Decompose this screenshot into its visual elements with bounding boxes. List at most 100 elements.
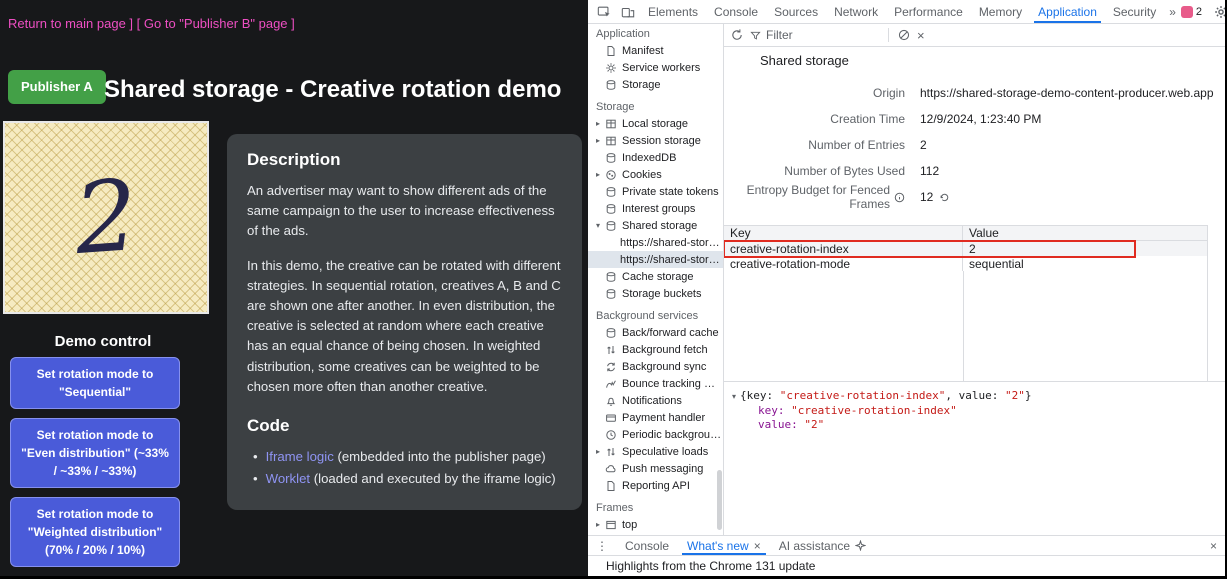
database-icon [605,288,617,300]
sidebar-item-speculative-loads[interactable]: ▸ Speculative loads [588,443,723,460]
database-icon [605,79,617,91]
info-icon[interactable] [894,192,905,203]
drawer-tab-whats-new[interactable]: What's new × [678,536,770,555]
set-weighted-distribution-button[interactable]: Set rotation mode to "Weighted distribut… [10,497,180,567]
list-item: Iframe logic (embedded into the publishe… [253,447,562,467]
top-nav: Return to main page ] [ Go to "Publisher… [8,16,295,31]
device-toolbar-icon[interactable] [616,0,640,23]
close-drawer-icon[interactable]: × [1210,539,1217,553]
twisty-collapsed-icon: ▸ [596,170,605,179]
sidebar-item-interest-groups[interactable]: Interest groups [588,200,723,217]
sidebar-item-bounce-tracking[interactable]: Bounce tracking miti… [588,375,723,392]
drawer-tab-console[interactable]: Console [616,536,678,555]
description-heading: Description [247,150,562,170]
sidebar-item-cache-storage[interactable]: Cache storage [588,268,723,285]
file-icon [605,45,617,57]
drawer-menu-icon[interactable]: ⋮ [588,536,616,555]
tab-security[interactable]: Security [1105,0,1164,23]
sidebar-item-back-forward-cache[interactable]: Back/forward cache [588,324,723,341]
updown-arrows-icon [605,446,617,458]
meta-row-number-of-entries: Number of Entries 2 [724,137,927,153]
devtools-tabbar: Elements Console Sources Network Perform… [588,0,1225,24]
sidebar-item-notifications[interactable]: Notifications [588,392,723,409]
sidebar-item-manifest[interactable]: Manifest [588,42,723,59]
set-even-distribution-button[interactable]: Set rotation mode to "Even distribution"… [10,418,180,488]
sidebar-item-service-workers[interactable]: Service workers [588,59,723,76]
meta-row-creation-time: Creation Time 12/9/2024, 1:23:40 PM [724,111,1041,127]
return-main-page-link[interactable]: Return to main page ] [8,16,133,31]
inspect-element-icon[interactable] [592,0,616,23]
table-scrollbar-gutter [1207,225,1208,382]
sidebar-item-local-storage[interactable]: ▸ Local storage [588,115,723,132]
frame-icon [605,519,617,531]
sidebar-item-background-fetch[interactable]: Background fetch [588,341,723,358]
more-tabs-chevron-icon[interactable]: » [1164,0,1181,23]
sidebar-item-indexeddb[interactable]: IndexedDB [588,149,723,166]
sidebar-item-cookies[interactable]: ▸ Cookies [588,166,723,183]
sidebar-item-payment-handler[interactable]: Payment handler [588,409,723,426]
tab-application[interactable]: Application [1030,0,1105,23]
twisty-expanded-icon[interactable]: ▾ [732,392,736,401]
iframe-logic-note: (embedded into the publisher page) [334,449,546,464]
sidebar-item-top-frame[interactable]: ▸ top [588,516,723,533]
sidebar-item-shared-storage[interactable]: ▾ Shared storage [588,217,723,234]
filter-input[interactable]: Filter [750,28,880,42]
toolbar-separator [888,28,889,42]
section-header-storage: Storage [588,99,723,115]
twisty-collapsed-icon: ▸ [596,136,605,145]
column-header-key[interactable]: Key [724,226,963,240]
delete-all-icon[interactable] [897,28,911,42]
reset-budget-icon[interactable] [939,192,950,203]
worklet-link[interactable]: Worklet [266,471,310,486]
devtools-body: Application Manifest Service workers Sto… [588,24,1225,535]
twisty-collapsed-icon: ▸ [596,447,605,456]
tab-performance[interactable]: Performance [886,0,971,23]
close-whats-new-icon[interactable]: × [754,539,761,553]
tab-sources[interactable]: Sources [766,0,826,23]
sidebar-item-storage-buckets[interactable]: Storage buckets [588,285,723,302]
tabbar-right-controls: 2 ⋮ × [1181,0,1227,23]
database-icon [605,271,617,283]
drawer-tab-ai-assistance[interactable]: AI assistance [770,536,875,555]
preview-summary-line[interactable]: ▾{key: "creative-rotation-index", value:… [732,389,1031,404]
tab-memory[interactable]: Memory [971,0,1030,23]
tab-console[interactable]: Console [706,0,766,23]
sidebar-item-shared-storage-origin-2-selected[interactable]: https://shared-storage… [588,251,723,268]
publisher-b-link[interactable]: [ Go to "Publisher B" page ] [137,16,295,31]
list-item: Worklet (loaded and executed by the ifra… [253,469,562,489]
iframe-logic-link[interactable]: Iframe logic [266,449,334,464]
table-header: Key Value [724,226,1208,241]
bounce-icon [605,378,617,390]
publisher-a-badge: Publisher A [8,70,106,104]
table-row-creative-rotation-index[interactable]: creative-rotation-index 2 [724,241,1208,256]
database-icon [605,152,617,164]
panel-toolbar: Filter × [724,24,1225,47]
section-header-frames: Frames [588,500,723,516]
sidebar-item-shared-storage-origin-1[interactable]: https://shared-storage… [588,234,723,251]
sidebar-item-push-messaging[interactable]: Push messaging [588,460,723,477]
shared-storage-content: Shared storage Origin https://shared-sto… [724,47,1225,535]
sidebar-item-periodic-background-sync[interactable]: Periodic backgroun… [588,426,723,443]
sidebar-item-reporting-api[interactable]: Reporting API [588,477,723,494]
tab-elements[interactable]: Elements [640,0,706,23]
table-row-creative-rotation-mode[interactable]: creative-rotation-mode sequential [724,256,1208,271]
section-header-application: Application [588,26,723,42]
application-sidebar: Application Manifest Service workers Sto… [588,24,724,535]
issues-badge[interactable]: 2 [1181,6,1202,18]
page-title: Shared storage - Creative rotation demo [104,76,561,104]
tab-network[interactable]: Network [826,0,886,23]
sidebar-item-background-sync[interactable]: Background sync [588,358,723,375]
refresh-icon[interactable] [730,28,744,42]
database-icon [605,220,617,232]
database-icon [605,186,617,198]
sidebar-item-session-storage[interactable]: ▸ Session storage [588,132,723,149]
column-header-value[interactable]: Value [963,226,1208,240]
bell-icon [605,395,617,407]
sidebar-item-private-state-tokens[interactable]: Private state tokens [588,183,723,200]
preview-prop-key: key: "creative-rotation-index" [732,404,1031,418]
set-sequential-button[interactable]: Set rotation mode to "Sequential" [10,357,180,409]
sync-icon [605,361,617,373]
sidebar-scrollbar[interactable] [717,470,722,530]
sidebar-item-storage[interactable]: Storage [588,76,723,93]
delete-selected-icon[interactable]: × [917,29,925,42]
